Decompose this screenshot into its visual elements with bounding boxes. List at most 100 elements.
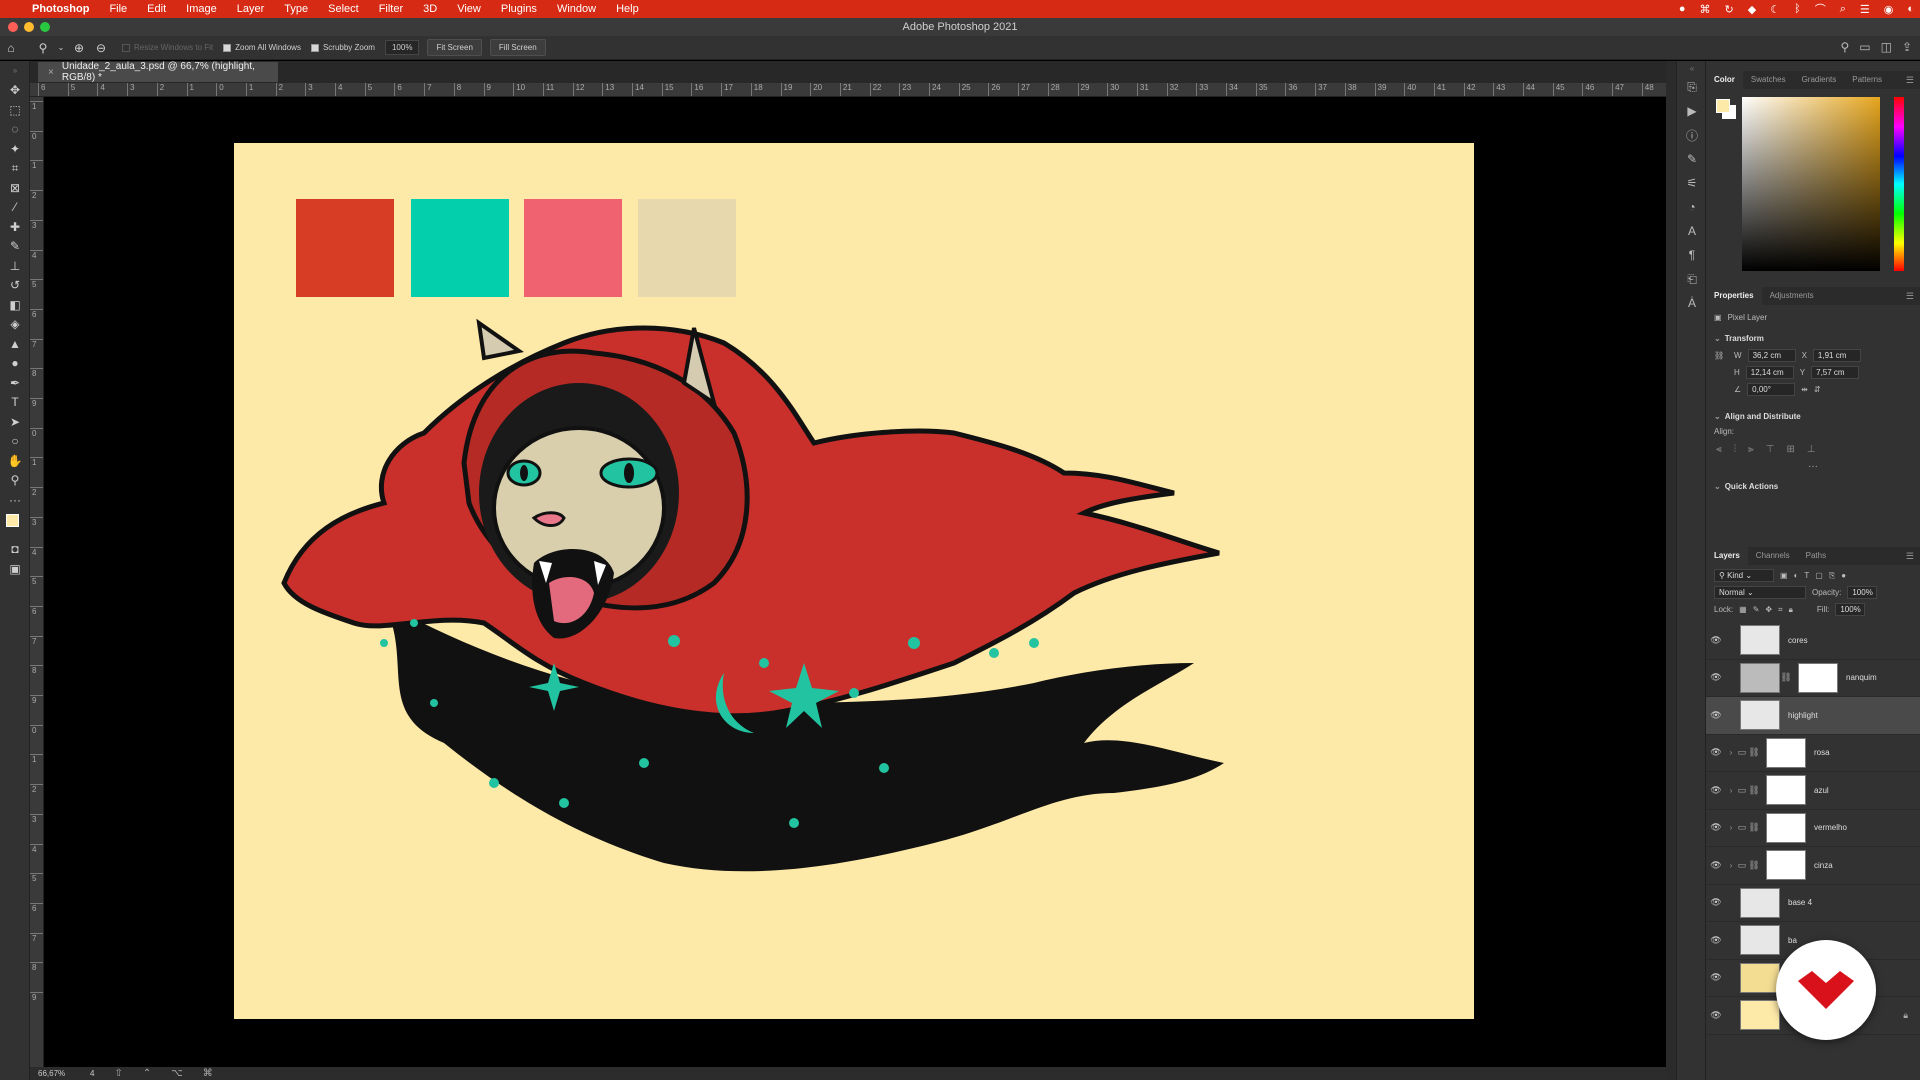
chevron-right-icon[interactable]: › [1726,786,1736,795]
tab-adjustments[interactable]: Adjustments [1762,287,1822,305]
lock-position-icon[interactable]: ✥ [1765,605,1772,614]
marquee-tool-icon[interactable]: ⬚ [0,100,30,120]
left-ruler[interactable]: 1 0 1 2 3 4 5 6 7 8 9 0 1 2 3 4 5 6 7 8 9 0 1 2 3 4 5 6 7 8 9 [30,97,44,1067]
visibility-eye-icon[interactable]: 👁︎ [1706,1010,1726,1021]
share-icon[interactable]: ⇪ [1902,40,1912,54]
menu-help[interactable]: Help [606,3,649,15]
ellipse-tool-icon[interactable]: ○ [0,432,30,452]
frame-tool-icon[interactable]: ⊠ [0,178,30,198]
more-options-icon[interactable]: ··· [1706,461,1920,472]
menu-image[interactable]: Image [176,3,227,15]
flip-vertical-icon[interactable]: ⇵ [1814,385,1821,394]
filter-toggle-icon[interactable]: ● [1841,571,1846,580]
blend-mode-select[interactable]: Normal ⌄ [1714,586,1806,599]
canvas-area[interactable] [44,97,1666,1067]
zoom-in-icon[interactable]: ⊕ [68,41,90,55]
align-left-icon[interactable]: ⫷ [1716,444,1722,455]
visibility-eye-icon[interactable]: 👁︎ [1706,822,1726,833]
minimize-window-button[interactable] [24,22,34,32]
menu-app-name[interactable]: Photoshop [22,3,99,15]
notification-icon[interactable]: ◐ [1907,3,1914,15]
menu-3d[interactable]: 3D [413,3,447,15]
color-field[interactable] [1742,97,1880,271]
doc-info[interactable]: 4 [90,1069,94,1078]
filter-adjustment-icon[interactable]: ◐ [1794,571,1799,580]
menu-filter[interactable]: Filter [369,3,413,15]
bluetooth-icon[interactable]: ᛒ [1794,3,1801,15]
layer-mask-thumbnail[interactable] [1766,812,1806,843]
mask-link-icon[interactable]: ⛓ [1748,822,1760,833]
lock-image-icon[interactable]: ✎ [1753,605,1760,614]
height-field[interactable]: 12,14 cm [1745,366,1794,379]
glyphs-icon[interactable]: Ȧ [1677,291,1707,315]
top-ruler[interactable]: 6 5 4 3 2 1 0 1 2 3 4 5 6 7 8 9 10 11 12 13 14 15 16 17 18 19 20 21… [30,83,1666,97]
libraries-icon[interactable]: ◔ [1677,195,1707,219]
layer-mask-thumbnail[interactable] [1766,737,1806,768]
zoom-tool-icon[interactable]: ⚲ [32,41,54,55]
character-icon[interactable]: A [1677,219,1707,243]
quick-actions-section[interactable]: ⌄ Quick Actions [1706,478,1920,495]
align-right-icon[interactable]: ⫸ [1748,444,1754,455]
layer-row[interactable]: 👁︎ highlight [1706,697,1920,735]
type-tool-icon[interactable]: T [0,393,30,413]
visibility-eye-icon[interactable]: 👁︎ [1706,972,1726,983]
fill-field[interactable]: 100% [1835,603,1866,616]
document-canvas[interactable] [234,143,1474,1019]
zoom-tool-icon[interactable]: ⚲ [0,471,30,491]
align-top-icon[interactable]: ⊤ [1766,444,1775,455]
align-bottom-icon[interactable]: ⊥ [1807,444,1816,455]
tab-paths[interactable]: Paths [1798,547,1834,565]
panel-menu-icon[interactable]: ☰ [1906,291,1914,302]
visibility-eye-icon[interactable]: 👁︎ [1706,672,1726,683]
visibility-eye-icon[interactable]: 👁︎ [1706,710,1726,721]
layer-row[interactable]: 👁︎ ⛓ nanquim [1706,660,1920,697]
mask-link-icon[interactable]: ⛓ [1748,747,1760,758]
visibility-eye-icon[interactable]: 👁︎ [1706,635,1726,646]
tab-properties[interactable]: Properties [1706,287,1762,305]
quick-mask-icon[interactable]: ◘ [0,540,30,560]
close-tab-icon[interactable]: × [48,67,54,78]
chevron-right-icon[interactable]: › [1726,823,1736,832]
workspace-icon[interactable]: ◫ [1881,40,1892,54]
layer-row[interactable]: 👁︎ cores [1706,622,1920,660]
link-icon[interactable]: ⛓ [1714,351,1728,360]
foreground-color-swatch[interactable] [6,513,19,527]
opacity-field[interactable]: 100% [1847,586,1878,599]
mask-link-icon[interactable]: ⛓ [1748,860,1760,871]
flip-horizontal-icon[interactable]: ⇹ [1801,385,1808,394]
chevron-right-icon[interactable]: › [1726,861,1736,870]
dodge-tool-icon[interactable]: ● [0,354,30,374]
filter-smart-object-icon[interactable]: ⎘ [1829,571,1835,581]
layer-mask-thumbnail[interactable] [1766,775,1806,806]
paint-bucket-tool-icon[interactable]: ◈ [0,315,30,335]
clone-source-icon[interactable]: ⎗ [1677,267,1707,291]
sync-icon[interactable]: ↻ [1725,3,1734,16]
menu-window[interactable]: Window [547,3,606,15]
menu-type[interactable]: Type [274,3,318,15]
lock-transparent-icon[interactable]: ▦ [1739,605,1747,614]
more-tools-icon[interactable]: ··· [0,490,30,510]
clone-stamp-tool-icon[interactable]: ⊥ [0,256,30,276]
zoom-readout[interactable]: 66,67% [30,1069,90,1078]
tab-color[interactable]: Color [1706,71,1743,89]
panel-menu-icon[interactable]: ☰ [1906,551,1914,562]
lasso-tool-icon[interactable]: ◌ [0,120,30,140]
screen-mode-icon[interactable]: ▣ [0,559,30,579]
filter-type-icon[interactable]: T [1804,571,1809,580]
menu-layer[interactable]: Layer [227,3,275,15]
menu-plugins[interactable]: Plugins [491,3,547,15]
tab-layers[interactable]: Layers [1706,547,1748,565]
layer-group-row[interactable]: 👁︎ › ▭ ⛓ cinza [1706,847,1920,885]
layer-group-row[interactable]: 👁︎ › ▭ ⛓ vermelho [1706,810,1920,847]
chevron-right-icon[interactable]: › [1726,748,1736,757]
zoom-out-icon[interactable]: ⊖ [90,41,112,55]
collapse-icon[interactable]: » [0,61,30,81]
layer-mask-thumbnail[interactable] [1766,850,1806,881]
visibility-eye-icon[interactable]: 👁︎ [1706,747,1726,758]
search-icon[interactable]: ⌕ [1840,3,1846,16]
adjustments-icon[interactable]: ⚟ [1677,171,1707,195]
learn-icon[interactable]: ▭ [1859,40,1870,54]
menu-file[interactable]: File [99,3,137,15]
zoom-all-windows-checkbox[interactable]: Zoom All Windows [223,43,301,52]
path-selection-tool-icon[interactable]: ➤ [0,412,30,432]
